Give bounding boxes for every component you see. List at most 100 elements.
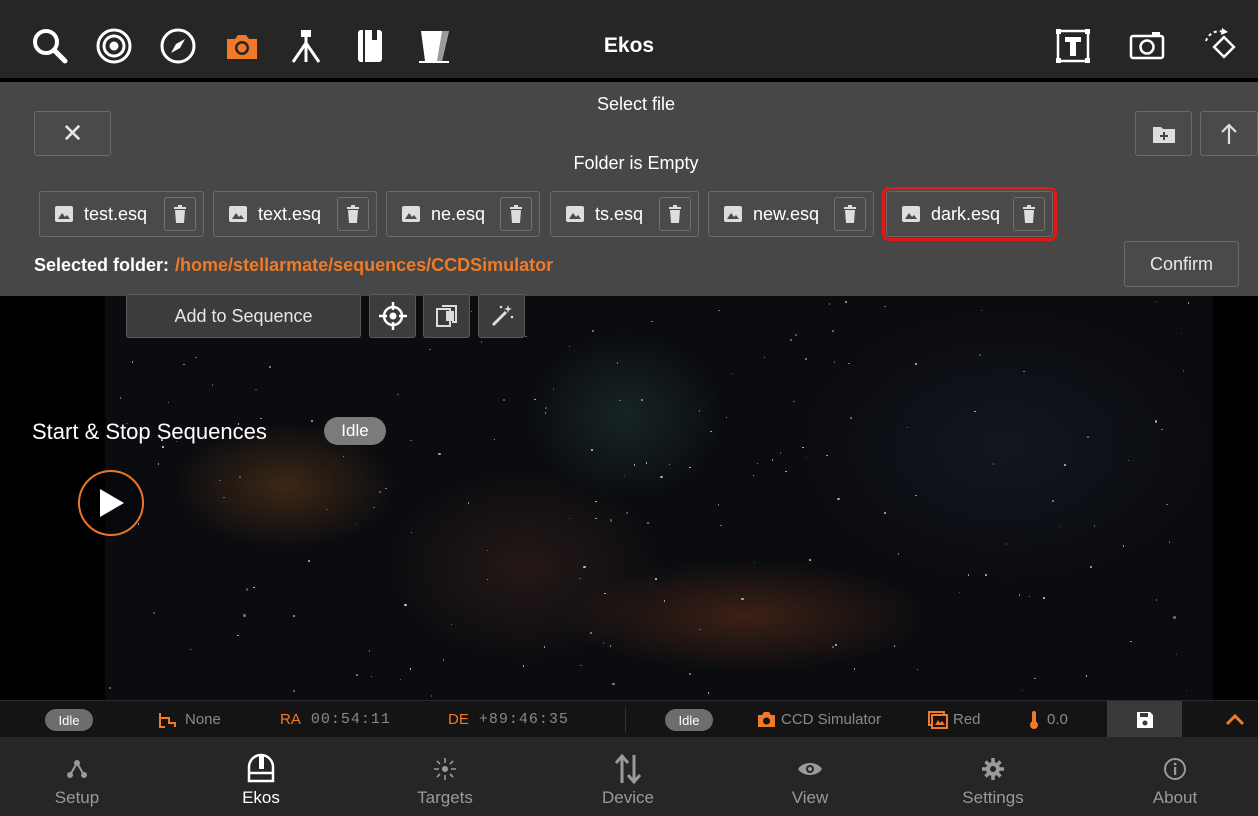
confirm-button[interactable]: Confirm: [1124, 241, 1239, 287]
file-chip[interactable]: ts.esq: [550, 191, 699, 237]
nav-device[interactable]: Device: [568, 737, 688, 816]
star: [771, 459, 774, 461]
star: [616, 362, 619, 364]
filter-icon: [928, 710, 948, 729]
star: [591, 329, 595, 333]
star: [1058, 525, 1061, 528]
star: [486, 578, 489, 581]
star: [293, 690, 295, 692]
bottom-navigation: Setup Ekos Targets Device View Settings: [0, 737, 1258, 816]
copy-icon: [435, 305, 457, 327]
delete-file-button[interactable]: [834, 197, 866, 231]
star: [602, 642, 605, 644]
star: [1005, 543, 1008, 545]
delete-file-button[interactable]: [500, 197, 532, 231]
star: [612, 682, 615, 686]
star: [534, 398, 536, 401]
file-chip[interactable]: new.esq: [708, 191, 874, 237]
delete-file-button[interactable]: [337, 197, 369, 231]
file-chip[interactable]: test.esq: [39, 191, 204, 237]
nav-ekos[interactable]: Ekos: [201, 737, 321, 816]
rotate-icon[interactable]: [1201, 26, 1241, 66]
delete-file-button[interactable]: [164, 197, 196, 231]
star: [255, 388, 257, 391]
delete-file-button[interactable]: [1013, 197, 1045, 231]
expand-status-button[interactable]: [1225, 701, 1245, 738]
star: [893, 645, 896, 647]
text-frame-icon[interactable]: [1053, 26, 1093, 66]
star: [409, 668, 412, 670]
star: [853, 668, 856, 670]
star: [595, 500, 597, 503]
de-value: +89:46:35: [478, 711, 569, 728]
de-label: DE: [448, 711, 469, 728]
save-button[interactable]: [1107, 701, 1182, 738]
file-chip[interactable]: ne.esq: [386, 191, 540, 237]
temperature-value: 0.0: [1047, 711, 1068, 728]
star: [211, 384, 214, 386]
magic-wand-button[interactable]: [478, 294, 525, 338]
file-chip[interactable]: text.esq: [213, 191, 377, 237]
star: [308, 560, 310, 562]
trash-icon: [174, 205, 186, 223]
star: [609, 645, 612, 647]
star: [243, 614, 246, 617]
crosshair-button[interactable]: [369, 294, 416, 338]
add-to-sequence-button[interactable]: Add to Sequence: [126, 294, 361, 338]
star: [1043, 597, 1045, 599]
star: [442, 659, 445, 661]
screenshot-icon[interactable]: [1127, 26, 1167, 66]
ra-value: 00:54:11: [310, 711, 391, 728]
star: [604, 592, 606, 595]
star: [837, 497, 840, 501]
dialog-title: Select file: [596, 94, 676, 114]
nav-settings[interactable]: Settings: [933, 737, 1053, 816]
star: [467, 502, 470, 504]
nav-setup[interactable]: Setup: [17, 737, 137, 816]
camera-status-badge: Idle: [665, 709, 713, 731]
star: [1180, 332, 1183, 335]
file-name: new.esq: [753, 203, 820, 224]
copy-button[interactable]: [423, 294, 470, 338]
star: [790, 339, 792, 341]
star: [1155, 300, 1158, 303]
nav-view[interactable]: View: [750, 737, 870, 816]
selected-folder-label: Selected folder:: [34, 255, 170, 275]
star: [752, 474, 755, 477]
start-sequence-button[interactable]: [78, 470, 144, 536]
star: [195, 356, 197, 359]
file-chip-selected[interactable]: dark.esq: [882, 187, 1057, 241]
section-title: Start & Stop Sequences: [32, 419, 267, 444]
star: [979, 354, 981, 356]
camera-name-value: CCD Simulator: [781, 711, 882, 728]
star: [1175, 653, 1178, 656]
star: [373, 506, 375, 509]
nav-about[interactable]: About: [1115, 737, 1235, 816]
status-bar: Idle None RA 00:54:11 DE +89:46:35 Idle CC…: [0, 700, 1258, 738]
nav-targets[interactable]: Targets: [385, 737, 505, 816]
star: [410, 439, 412, 442]
mount-status-badge: Idle: [45, 709, 93, 731]
delete-file-button[interactable]: [659, 197, 691, 231]
star: [486, 549, 489, 552]
star: [368, 650, 371, 652]
star: [590, 632, 592, 634]
star: [583, 565, 586, 569]
star: [190, 648, 192, 651]
star: [668, 463, 671, 466]
star: [916, 668, 919, 671]
star: [568, 517, 571, 520]
star: [1130, 640, 1132, 643]
close-button[interactable]: ✕: [34, 111, 111, 156]
camera-name: CCD Simulator: [757, 701, 881, 738]
parent-folder-button[interactable]: [1200, 111, 1258, 156]
star: [718, 309, 720, 312]
star: [370, 675, 373, 678]
new-folder-button[interactable]: [1135, 111, 1192, 156]
star: [1122, 545, 1125, 547]
star: [915, 494, 917, 497]
star: [379, 491, 381, 493]
star: [835, 644, 837, 646]
star: [906, 426, 909, 429]
star: [525, 335, 527, 338]
